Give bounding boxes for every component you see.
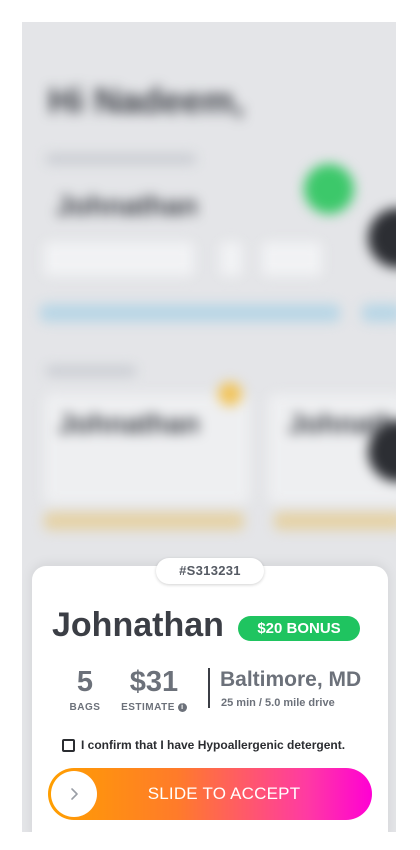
estimate-stat: $31 ESTIMATE i [118, 666, 190, 713]
chevron-right-icon [71, 788, 78, 800]
info-icon[interactable]: i [177, 702, 187, 712]
slide-to-accept-slider[interactable]: SLIDE TO ACCEPT [48, 768, 372, 820]
blurred-badge [218, 382, 242, 406]
blurred-card-name: Johnathan [58, 408, 200, 439]
bags-count: 5 [76, 666, 94, 698]
blurred-pill [262, 242, 322, 276]
slider-knob[interactable] [51, 771, 97, 817]
bonus-badge: $20 BONUS [238, 616, 360, 641]
estimate-label: ESTIMATE [121, 702, 175, 713]
blurred-status-dot [304, 164, 354, 214]
confirm-label: I confirm that I have Hypoallergenic det… [81, 738, 346, 752]
blurred-bar [274, 512, 396, 530]
drive-distance: 25 min / 5.0 mile drive [221, 697, 335, 709]
blurred-section-label [46, 366, 136, 376]
estimate-label-row: ESTIMATE i [118, 702, 190, 713]
blurred-card-name: Johnathan [56, 190, 198, 221]
blurred-avatar [368, 208, 396, 268]
pickup-city: Baltimore, MD [220, 668, 362, 691]
bags-label: BAGS [69, 702, 101, 713]
blurred-section-label [46, 154, 196, 164]
divider [208, 668, 210, 708]
app-screen: Hi Nadeem, Johnathan Johnathan Johnathan… [22, 22, 396, 832]
bags-stat: 5 BAGS [68, 666, 102, 713]
detergent-confirm[interactable]: I confirm that I have Hypoallergenic det… [62, 738, 345, 752]
blurred-bar [44, 512, 244, 530]
blurred-greeting: Hi Nadeem, [48, 80, 245, 121]
blurred-pill [44, 242, 194, 276]
blurred-pill [220, 242, 242, 276]
confirm-checkbox[interactable] [62, 738, 75, 752]
order-bottom-sheet: #S313231 Johnathan $20 BONUS 5 BAGS $31 … [32, 558, 388, 832]
order-id-tag: #S313231 [156, 558, 264, 584]
blurred-bar [40, 304, 340, 322]
customer-name: Johnathan [52, 606, 224, 644]
blurred-bar [362, 304, 396, 322]
estimate-value: $31 [129, 666, 179, 698]
